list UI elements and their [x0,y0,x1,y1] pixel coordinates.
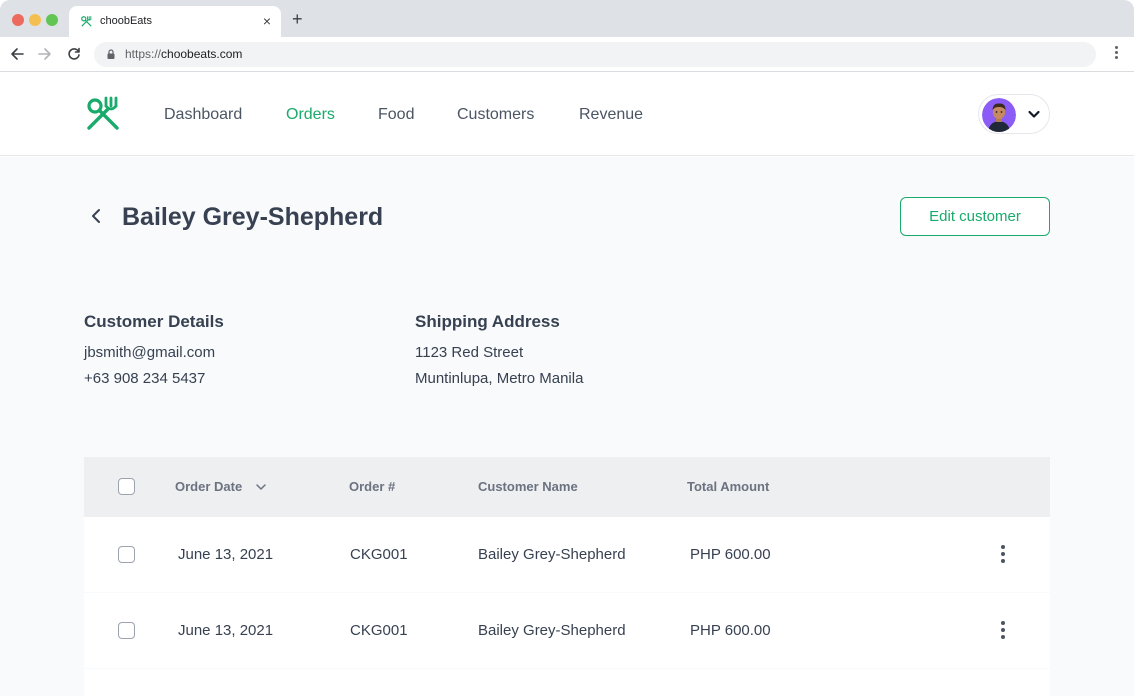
row-checkbox[interactable] [118,622,135,639]
column-header-total-amount: Total Amount [687,479,770,494]
address-bar[interactable]: https://choobeats.com [94,42,1096,67]
main-content: Bailey Grey-Shepherd Edit customer Custo… [0,157,1134,696]
shipping-line-2: Muntinlupa, Metro Manila [415,370,584,387]
customer-details-heading: Customer Details [84,312,224,331]
order-date: June 13, 2021 [178,622,274,639]
order-date: June 13, 2021 [178,546,274,563]
total-amount: PHP 600.00 [690,622,771,639]
user-menu-button[interactable] [978,94,1050,134]
column-header-order-number: Order # [349,479,396,494]
fork-knife-favicon-icon [81,16,92,27]
column-header-customer-name: Customer Name [478,479,578,494]
nav-customers[interactable]: Customers [457,105,534,125]
nav-orders[interactable]: Orders [286,105,335,125]
order-number: CKG001 [350,546,408,563]
customer-email: jbsmith@gmail.com [84,344,216,361]
avatar [982,98,1016,132]
close-window-button[interactable] [12,14,24,26]
url-host: choobeats.com [161,47,243,61]
total-amount: PHP 600.00 [690,546,771,563]
shipping-address-heading: Shipping Address [415,312,560,331]
url-scheme: https:// [125,47,162,61]
back-arrow-icon[interactable] [10,47,24,61]
row-checkbox[interactable] [118,546,135,563]
app-header: Dashboard Orders Food Customers Revenue [0,73,1134,156]
new-tab-icon[interactable]: + [292,9,303,29]
nav-food[interactable]: Food [378,105,414,125]
table-row[interactable] [84,669,1050,696]
minimize-window-button[interactable] [29,14,41,26]
orders-table-header: Order Date Order # Customer Name Total A… [84,457,1050,517]
lock-icon [107,49,115,59]
tab-title: choobEats [100,15,152,27]
customer-name: Bailey Grey-Shepherd [478,622,626,639]
browser-tab[interactable]: choobEats × [69,6,281,37]
nav-revenue[interactable]: Revenue [579,105,643,125]
edit-customer-button[interactable]: Edit customer [900,197,1050,236]
shipping-line-1: 1123 Red Street [415,344,524,361]
url-text: https://choobeats.com [125,47,242,61]
row-more-icon[interactable] [1000,545,1006,565]
row-more-icon[interactable] [1000,621,1006,641]
page-title: Bailey Grey-Shepherd [122,203,384,231]
maximize-window-button[interactable] [46,14,58,26]
customer-name: Bailey Grey-Shepherd [478,546,626,563]
column-header-order-date[interactable]: Order Date [175,479,242,495]
customer-phone: +63 908 234 5437 [84,370,206,387]
back-chevron-icon[interactable] [88,207,104,225]
tab-close-icon[interactable]: × [263,12,271,30]
nav-dashboard[interactable]: Dashboard [164,105,242,125]
sort-chevron-down-icon[interactable] [255,481,267,493]
reload-icon[interactable] [67,47,81,61]
table-row[interactable]: June 13, 2021 CKG001 Bailey Grey-Shepher… [84,517,1050,592]
table-row[interactable]: June 13, 2021 CKG001 Bailey Grey-Shepher… [84,593,1050,668]
chevron-down-icon [1028,110,1040,118]
forward-arrow-icon[interactable] [38,47,52,61]
select-all-checkbox[interactable] [118,478,135,495]
browser-toolbar: https://choobeats.com [0,37,1134,72]
browser-menu-icon[interactable] [1110,46,1122,64]
browser-tab-bar: choobEats × + [0,0,1134,37]
fork-knife-logo-icon[interactable] [84,95,122,133]
order-number: CKG001 [350,622,408,639]
